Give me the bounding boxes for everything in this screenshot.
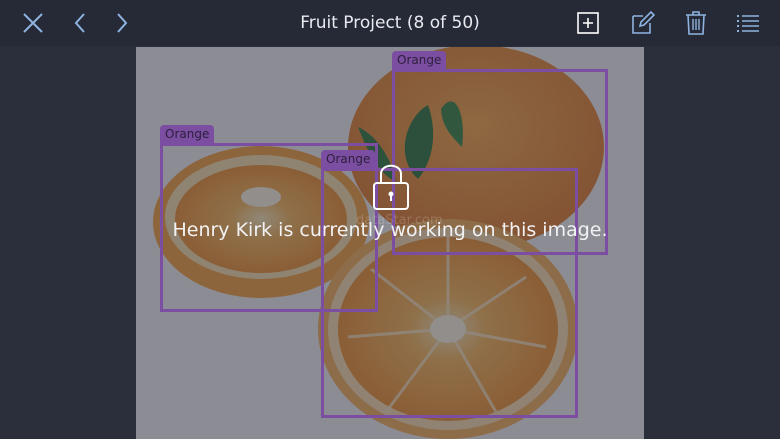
chevron-right-icon[interactable]	[110, 0, 134, 46]
bbox-label: Orange	[160, 125, 215, 143]
bbox-label: Orange	[392, 51, 447, 69]
lock-message: Henry Kirk is currently working on this …	[172, 219, 608, 241]
bbox-label: Orange	[321, 150, 376, 168]
list-icon[interactable]	[734, 0, 762, 46]
trash-icon[interactable]	[682, 0, 710, 46]
top-toolbar: Fruit Project (8 of 50)	[0, 0, 780, 46]
image-canvas[interactable]: Orange Orange Orange dataStar.com Henry …	[136, 47, 644, 439]
add-box-icon[interactable]	[574, 0, 602, 46]
page-title: Fruit Project (8 of 50)	[300, 13, 480, 33]
bounding-box[interactable]: Orange	[321, 150, 578, 418]
lock-icon	[372, 161, 410, 215]
edit-icon[interactable]	[628, 0, 658, 46]
chevron-left-icon[interactable]	[68, 0, 92, 46]
close-icon[interactable]	[18, 0, 48, 46]
